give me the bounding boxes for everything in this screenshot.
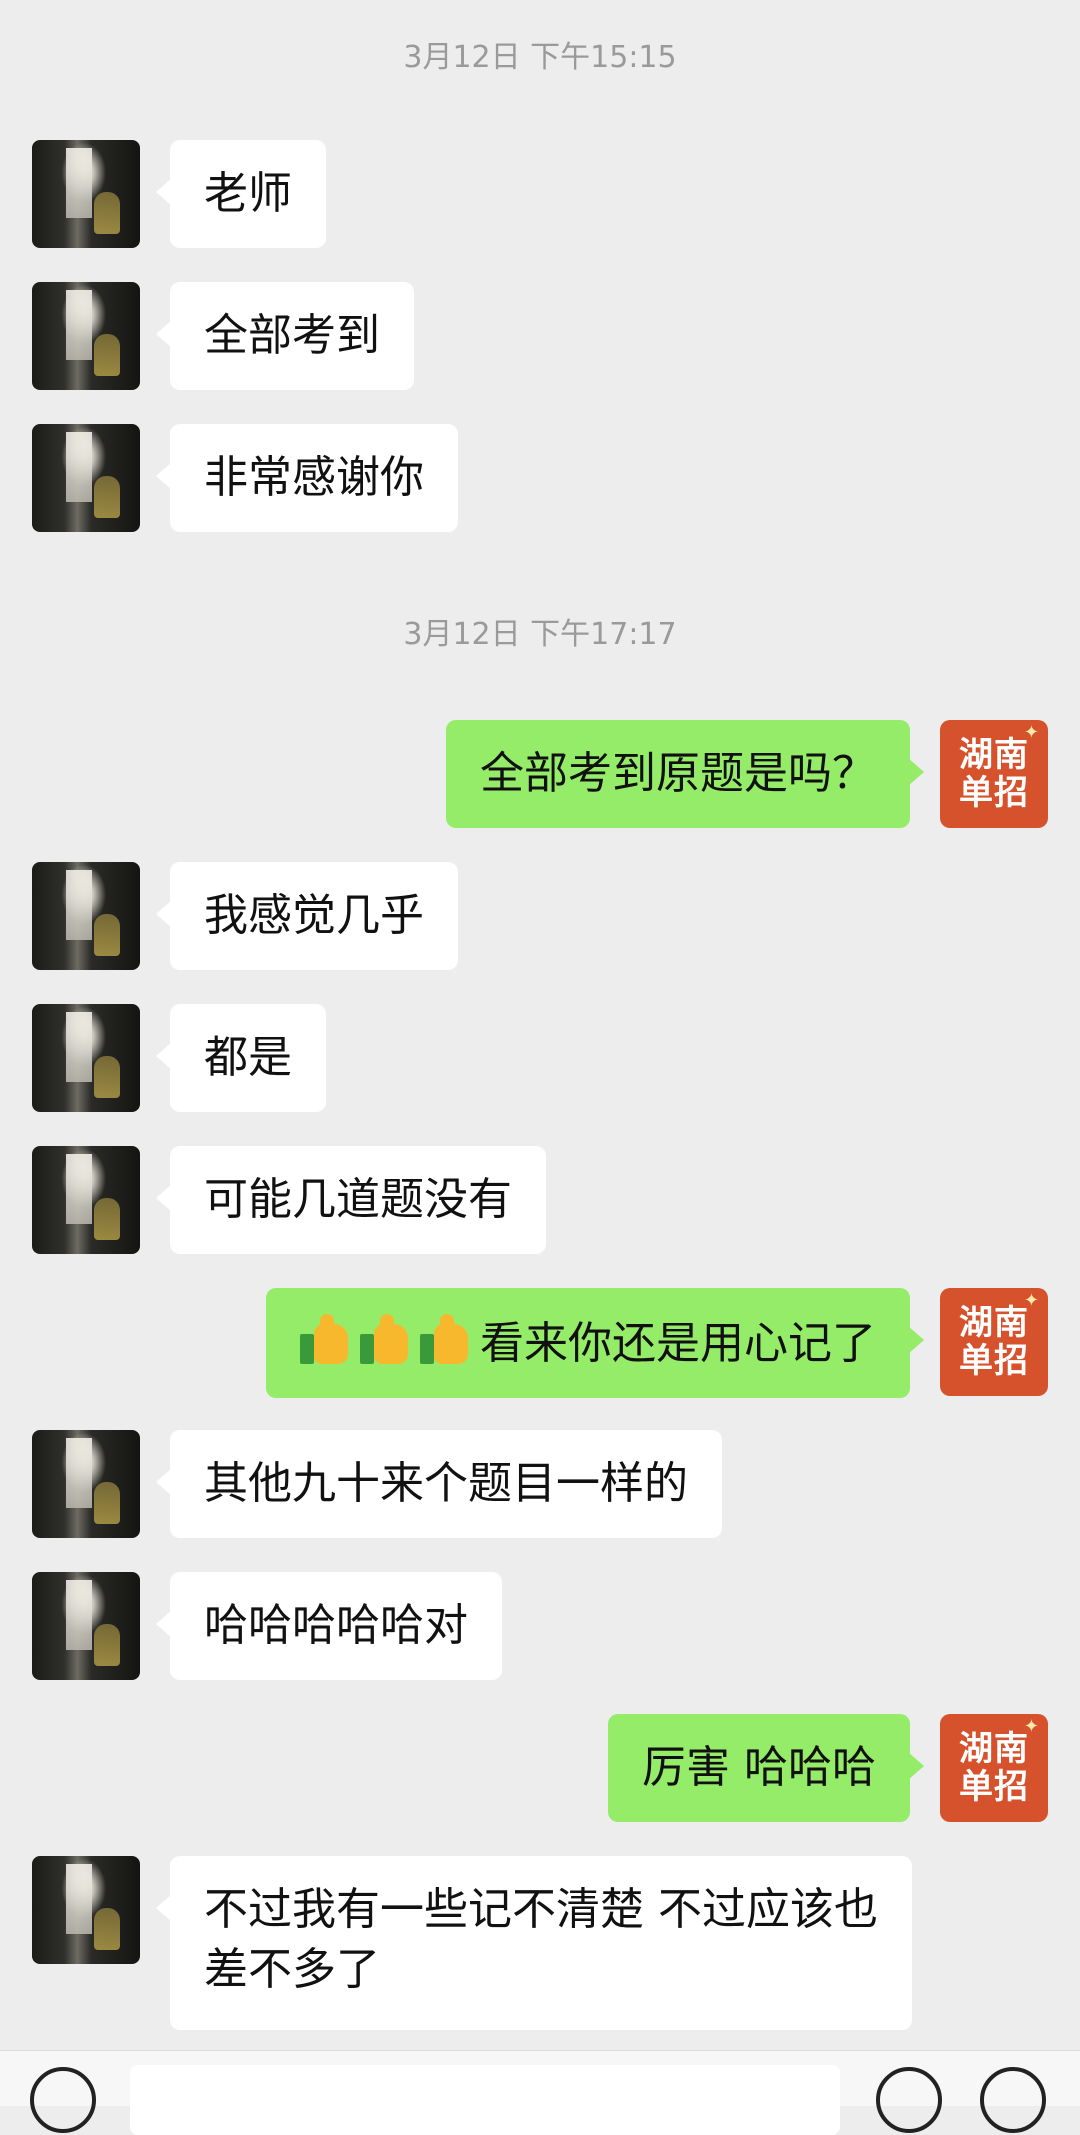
avatar-text-line2: 单招 [959, 773, 1029, 813]
message-bubble[interactable]: 老师 [156, 140, 326, 248]
peer-avatar[interactable] [32, 424, 140, 532]
message-bubble[interactable]: 看来你还是用心记了 [266, 1288, 924, 1398]
sparkle-icon: ✦ [1023, 1290, 1040, 1311]
timestamp: 3月12日 下午17:17 [403, 617, 677, 652]
avatar-text-line1: 湖南 [959, 1729, 1029, 1769]
message-bubble[interactable]: 哈哈哈哈哈对 [156, 1572, 502, 1680]
voice-icon[interactable] [30, 2067, 96, 2133]
peer-avatar[interactable] [32, 282, 140, 390]
chat-area[interactable]: 3月12日 下午15:15 老师 全部考到 非常感谢你 3月12日 下午17:1… [0, 0, 1080, 2050]
message-bubble[interactable]: 可能几道题没有 [156, 1146, 546, 1254]
self-avatar[interactable]: ✦ 湖南 单招 [940, 1714, 1048, 1822]
input-toolbar [0, 2050, 1080, 2135]
peer-avatar[interactable] [32, 1856, 140, 1964]
peer-avatar[interactable] [32, 1004, 140, 1112]
message-bubble[interactable]: 都是 [156, 1004, 326, 1112]
thumbs-up-icon [360, 1314, 412, 1366]
sparkle-icon: ✦ [1023, 1716, 1040, 1737]
plus-icon[interactable] [980, 2067, 1046, 2133]
thumbs-up-icon [300, 1314, 352, 1366]
message-bubble[interactable]: 其他九十来个题目一样的 [156, 1430, 722, 1538]
avatar-text-line1: 湖南 [959, 735, 1029, 775]
message-text: 看来你还是用心记了 [480, 1318, 876, 1369]
avatar-text-line1: 湖南 [959, 1303, 1029, 1343]
emoji-icon[interactable] [876, 2067, 942, 2133]
peer-avatar[interactable] [32, 140, 140, 248]
self-avatar[interactable]: ✦ 湖南 单招 [940, 720, 1048, 828]
message-bubble[interactable]: 厉害 哈哈哈 [608, 1714, 924, 1822]
self-avatar[interactable]: ✦ 湖南 单招 [940, 1288, 1048, 1396]
avatar-text-line2: 单招 [959, 1767, 1029, 1807]
thumbs-up-icon [420, 1314, 472, 1366]
message-bubble[interactable]: 全部考到原题是吗？ [446, 720, 924, 828]
peer-avatar[interactable] [32, 1146, 140, 1254]
message-bubble[interactable]: 全部考到 [156, 282, 414, 390]
avatar-text-line2: 单招 [959, 1341, 1029, 1381]
peer-avatar[interactable] [32, 862, 140, 970]
message-bubble[interactable]: 非常感谢你 [156, 424, 458, 532]
emoji-group [300, 1314, 480, 1368]
message-input[interactable] [130, 2065, 840, 2135]
sparkle-icon: ✦ [1023, 722, 1040, 743]
message-bubble[interactable]: 不过我有一些记不清楚 不过应该也差不多了 [156, 1856, 912, 2030]
message-bubble[interactable]: 我感觉几乎 [156, 862, 458, 970]
peer-avatar[interactable] [32, 1572, 140, 1680]
timestamp: 3月12日 下午15:15 [403, 40, 677, 75]
peer-avatar[interactable] [32, 1430, 140, 1538]
